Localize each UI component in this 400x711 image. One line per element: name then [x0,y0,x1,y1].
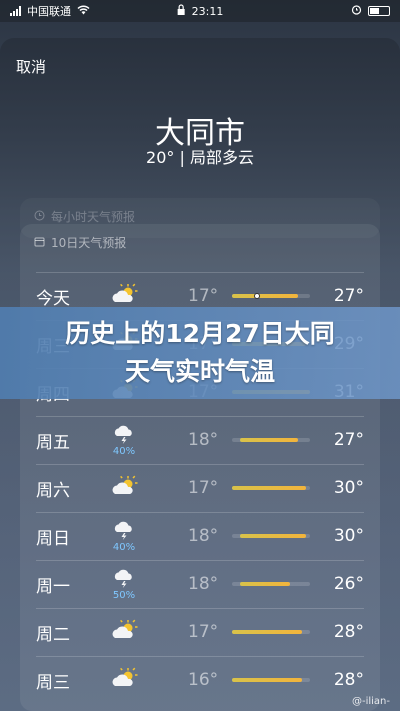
high-temp: 28° [333,622,364,642]
precip-chance: 50% [112,589,136,601]
current-conditions: 20° | 局部多云 [146,148,254,167]
status-center: 23:11 [177,4,224,18]
wifi-icon [77,5,90,18]
daily-forecast-row[interactable]: 周日 40% 18° 30° [20,512,380,560]
banner-title-line-2: 天气实时气温 [124,357,275,386]
daily-forecast-row[interactable]: 周二 17° 28° [20,608,380,656]
thunderstorm-icon: 50% [100,568,148,601]
low-temp: 18° [188,574,219,594]
clock-icon [34,210,45,224]
low-temp: 18° [188,526,219,546]
signal-icon [10,6,21,16]
temp-range-bar [232,438,310,442]
day-label: 周一 [36,576,70,597]
temp-range-fill [232,294,299,298]
temp-range-fill [232,486,307,490]
temp-range-bar [232,486,310,490]
low-temp: 16° [188,670,219,690]
daily-forecast-title: 10日天气预报 [51,236,127,250]
lock-icon [177,4,186,18]
status-right [351,4,390,18]
partly-cloudy-sun-icon [100,475,148,501]
alarm-icon [351,4,362,18]
title-banner: 历史上的12月27日大同 天气实时气温 [0,307,400,399]
day-label: 周六 [36,480,70,501]
thunderstorm-icon: 40% [100,424,148,457]
banner-title-line-1: 历史上的12月27日大同 [65,319,335,348]
current-temp-dot [253,293,260,299]
status-bar: 中国联通 23:11 [0,0,400,22]
high-temp: 26° [333,574,364,594]
high-temp: 28° [333,670,364,690]
low-temp: 17° [188,286,219,306]
temp-range-bar [232,534,310,538]
carrier-label: 中国联通 [27,5,71,18]
temp-range-bar [232,582,310,586]
precip-chance: 40% [112,541,136,553]
battery-icon [368,6,390,16]
daily-forecast-card[interactable]: 10日天气预报 今天17°27°周三17°29°周四17°31°周五40%18°… [20,224,380,711]
hourly-forecast-title: 每小时天气预报 [51,210,136,224]
daily-forecast-header: 10日天气预报 [20,224,380,261]
daily-forecast-row[interactable]: 周一 50% 18° 26° [20,560,380,608]
status-left: 中国联通 [10,3,90,19]
watermark: @-ilian- [351,696,390,707]
day-label: 周三 [36,672,70,693]
partly-cloudy-sun-icon [100,283,148,309]
day-label: 周二 [36,624,70,645]
low-temp: 17° [188,478,219,498]
low-temp: 18° [188,430,219,450]
temp-range-fill [239,438,299,442]
cancel-button[interactable]: 取消 [16,56,46,77]
temp-range-fill [232,678,303,682]
day-label: 今天 [36,288,70,309]
temp-range-fill [239,582,291,586]
high-temp: 27° [333,430,364,450]
calendar-icon [34,236,45,250]
partly-cloudy-sun-icon [100,667,148,693]
day-label: 周日 [36,528,70,549]
temp-range-fill [239,534,307,538]
temp-range-bar [232,293,310,299]
daily-forecast-row[interactable]: 周三 16° 28° [20,656,380,704]
partly-cloudy-sun-icon [100,619,148,645]
high-temp: 30° [333,526,364,546]
temp-range-bar [232,630,310,634]
clock-label: 23:11 [191,4,224,18]
temp-range-bar [232,678,310,682]
day-label: 周五 [36,432,70,453]
low-temp: 17° [188,622,219,642]
daily-forecast-row[interactable]: 周五 40% 18° 27° [20,416,380,464]
temp-range-fill [232,630,303,634]
thunderstorm-icon: 40% [100,520,148,553]
high-temp: 27° [333,286,364,306]
precip-chance: 40% [112,445,136,457]
high-temp: 30° [333,478,364,498]
daily-forecast-row[interactable]: 周六 17° 30° [20,464,380,512]
